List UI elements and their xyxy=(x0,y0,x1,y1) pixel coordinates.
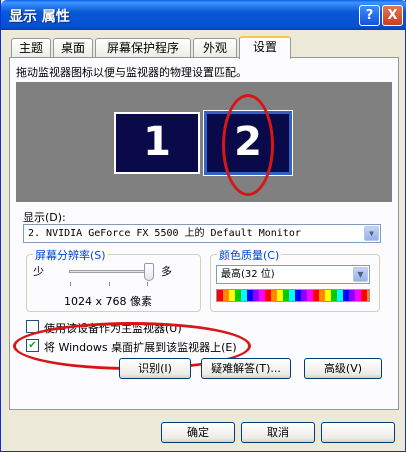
title-bar[interactable]: 显示 属性 ? X xyxy=(1,0,406,30)
monitor-1-icon[interactable]: 1 xyxy=(114,112,200,174)
resolution-slider-track xyxy=(69,270,149,273)
slider-tick xyxy=(70,282,71,286)
display-label: 显示(D): xyxy=(23,211,66,224)
color-quality-group-title: 颜色质量(C) xyxy=(217,247,282,263)
tab-strip: 主题 桌面 屏幕保护程序 外观 设置 xyxy=(9,36,399,59)
ok-button[interactable]: 确定 xyxy=(161,422,235,443)
red-annotation-ellipse xyxy=(222,94,274,196)
display-select-value: 2. NVIDIA GeForce FX 5500 上的 Default Mon… xyxy=(28,228,301,239)
chevron-down-icon[interactable]: ▼ xyxy=(353,267,368,282)
chevron-down-icon[interactable]: ▼ xyxy=(364,226,379,241)
advanced-button[interactable]: 高级(V) xyxy=(304,358,382,379)
tab-screensaver[interactable]: 屏幕保护程序 xyxy=(95,38,191,58)
tab-desktop[interactable]: 桌面 xyxy=(53,38,93,58)
tab-appearance[interactable]: 外观 xyxy=(193,38,237,58)
color-spectrum-bar xyxy=(216,289,370,302)
close-button[interactable]: X xyxy=(382,5,403,26)
slider-tick xyxy=(109,282,110,286)
color-quality-select[interactable]: 最高(32 位) ▼ xyxy=(216,265,370,284)
display-properties-window: 显示 属性 ? X 主题 桌面 屏幕保护程序 外观 设置 拖动监视器图标以便与监… xyxy=(0,0,406,452)
color-quality-value: 最高(32 位) xyxy=(221,269,275,280)
tab-theme[interactable]: 主题 xyxy=(11,38,51,58)
watermark-logo xyxy=(291,408,406,452)
monitor-arrangement-area[interactable]: 1 2 xyxy=(16,82,392,202)
slider-tick xyxy=(147,282,148,286)
identify-button[interactable]: 识别(I) xyxy=(119,358,191,379)
tab-settings[interactable]: 设置 xyxy=(239,36,291,59)
window-title: 显示 属性 xyxy=(9,9,70,25)
resolution-more-label: 多 xyxy=(161,265,172,278)
troubleshoot-button[interactable]: 疑难解答(T)... xyxy=(201,358,291,379)
resolution-group-title: 屏幕分辨率(S) xyxy=(33,247,108,263)
resolution-slider-thumb[interactable] xyxy=(144,263,154,281)
resolution-value: 1024 x 768 像素 xyxy=(64,295,152,308)
resolution-less-label: 少 xyxy=(33,265,44,278)
instruction-text: 拖动监视器图标以便与监视器的物理设置匹配。 xyxy=(16,66,247,79)
display-select[interactable]: 2. NVIDIA GeForce FX 5500 上的 Default Mon… xyxy=(23,224,381,243)
help-button[interactable]: ? xyxy=(359,5,380,26)
